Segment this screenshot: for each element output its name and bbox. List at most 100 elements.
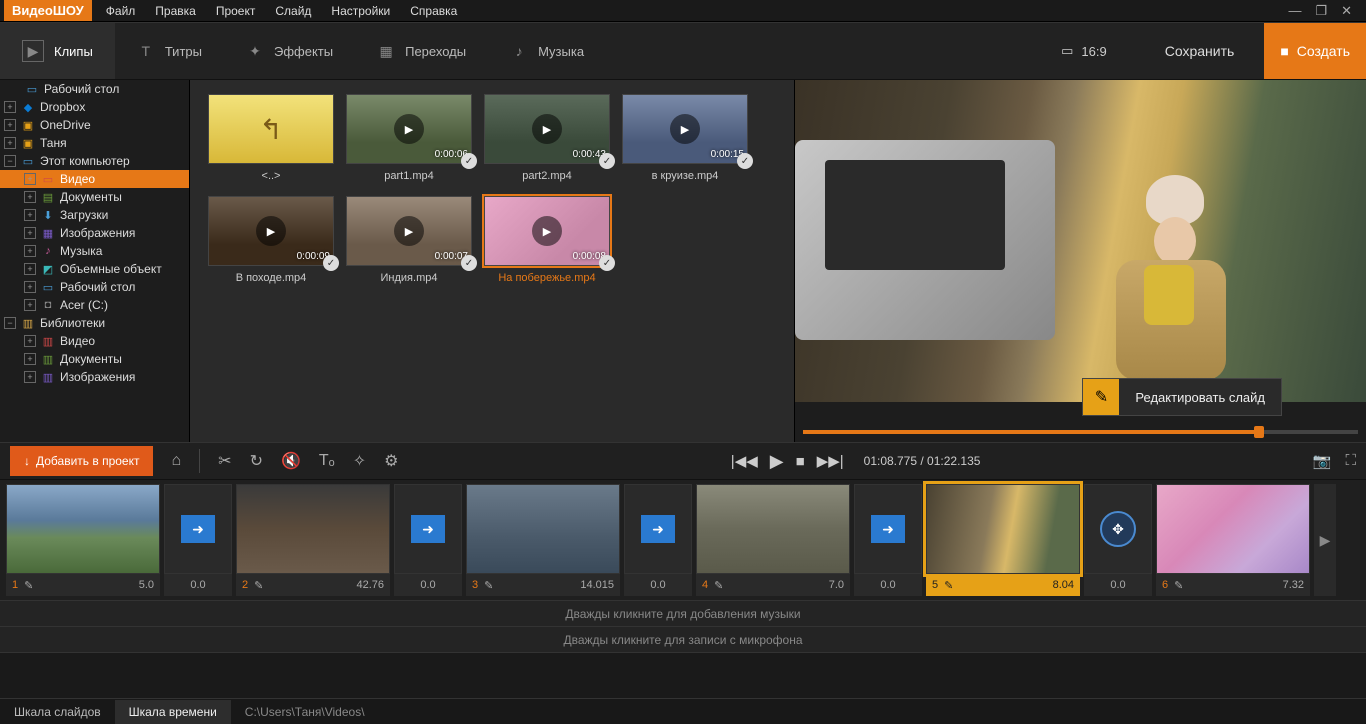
tree-toggle-icon[interactable]: + <box>24 281 36 293</box>
transition-duration: 0.0 <box>650 579 665 591</box>
edit-icon[interactable]: ✎ <box>944 579 953 592</box>
timeline-transition[interactable]: ✥0.0 <box>1084 484 1152 596</box>
tree-toggle-icon[interactable]: + <box>4 137 16 149</box>
prev-track-icon[interactable]: |◀◀ <box>731 452 758 470</box>
tree-item[interactable]: +⬇Загрузки <box>0 206 189 224</box>
save-button[interactable]: Сохранить <box>1147 43 1253 59</box>
clip-thumbnail[interactable]: ▶0:00:09✓В походе.mp4 <box>204 196 338 284</box>
menu-help[interactable]: Справка <box>400 1 467 21</box>
tree-item[interactable]: +◆Dropbox <box>0 98 189 116</box>
tab-transitions[interactable]: ▦ Переходы <box>355 23 488 79</box>
mic-track-row[interactable]: Дважды кликните для записи с микрофона <box>0 626 1366 652</box>
tree-toggle-icon[interactable]: + <box>24 371 36 383</box>
tree-toggle-icon[interactable]: − <box>4 317 16 329</box>
tree-toggle-icon[interactable]: + <box>24 209 36 221</box>
timeline-transition[interactable]: ➜0.0 <box>164 484 232 596</box>
clip-thumbnail[interactable]: ▶0:00:15✓в круизе.mp4 <box>618 94 752 182</box>
mute-icon[interactable]: 🔇 <box>281 451 301 471</box>
timeline-transition[interactable]: ➜0.0 <box>394 484 462 596</box>
edit-icon[interactable]: ✎ <box>714 579 723 592</box>
tree-item[interactable]: −▥Библиотеки <box>0 314 189 332</box>
rotate-icon[interactable]: ↻ <box>250 451 263 471</box>
tab-effects[interactable]: ✦ Эффекты <box>224 23 355 79</box>
window-close-icon[interactable]: ✕ <box>1341 3 1352 19</box>
wand-icon[interactable]: ✧ <box>353 451 366 471</box>
folder-icon: ◆ <box>20 100 36 114</box>
tree-toggle-icon[interactable]: + <box>24 245 36 257</box>
timeline-slide[interactable]: 2✎42.76 <box>236 484 390 596</box>
preview-seekbar[interactable] <box>803 430 1358 434</box>
window-maximize-icon[interactable]: ❐ <box>1315 3 1327 19</box>
tree-item[interactable]: +▤Документы <box>0 188 189 206</box>
menu-project[interactable]: Проект <box>206 1 266 21</box>
clip-thumbnail[interactable]: ↰<..> <box>204 94 338 182</box>
timeline-slide[interactable]: 6✎7.32 <box>1156 484 1310 596</box>
edit-icon[interactable]: ✎ <box>254 579 263 592</box>
timeline-slide[interactable]: 5✎8.04 <box>926 484 1080 596</box>
tree-item[interactable]: +▦Изображения <box>0 224 189 242</box>
tree-item[interactable]: +▥Документы <box>0 350 189 368</box>
tree-toggle-icon[interactable]: + <box>24 299 36 311</box>
tree-item[interactable]: +▥Изображения <box>0 368 189 386</box>
tree-item[interactable]: +▭Видео <box>0 170 189 188</box>
add-to-project-button[interactable]: ↓ Добавить в проект <box>10 446 153 476</box>
menu-settings[interactable]: Настройки <box>321 1 400 21</box>
music-track-row[interactable]: Дважды кликните для добавления музыки <box>0 600 1366 626</box>
menu-slide[interactable]: Слайд <box>265 1 321 21</box>
fullscreen-icon[interactable]: ⛶ <box>1345 452 1356 470</box>
tree-item[interactable]: ▭Рабочий стол <box>0 80 189 98</box>
tree-item[interactable]: +▥Видео <box>0 332 189 350</box>
home-icon[interactable]: ⌂ <box>171 452 181 470</box>
tree-item[interactable]: +◘Acer (C:) <box>0 296 189 314</box>
snapshot-icon[interactable]: 📷 <box>1313 452 1332 470</box>
clip-thumbnail[interactable]: ▶0:00:06✓part1.mp4 <box>342 94 476 182</box>
menu-file[interactable]: Файл <box>96 1 146 21</box>
edit-icon[interactable]: ✎ <box>24 579 33 592</box>
transition-duration: 0.0 <box>420 579 435 591</box>
scissors-icon[interactable]: ✂ <box>218 451 231 471</box>
window-minimize-icon[interactable]: — <box>1288 3 1301 19</box>
tab-titles[interactable]: T Титры <box>115 23 224 79</box>
stop-icon[interactable]: ■ <box>796 453 805 470</box>
edit-icon[interactable]: ✎ <box>1174 579 1183 592</box>
tree-toggle-icon[interactable]: + <box>4 119 16 131</box>
clip-thumbnail[interactable]: ▶0:00:08✓На побережье.mp4 <box>480 196 614 284</box>
timeline-next-icon[interactable]: ▶ <box>1314 484 1336 596</box>
tree-item[interactable]: +▣OneDrive <box>0 116 189 134</box>
timeline-slide[interactable]: 4✎7.0 <box>696 484 850 596</box>
menu-edit[interactable]: Правка <box>145 1 206 21</box>
timeline-transition[interactable]: ➜0.0 <box>624 484 692 596</box>
create-button[interactable]: ■‍ Создать <box>1264 23 1366 79</box>
tree-toggle-icon[interactable]: + <box>24 353 36 365</box>
preview-video[interactable] <box>795 80 1366 402</box>
slide-duration: 5.0 <box>139 579 154 591</box>
tree-toggle-icon[interactable]: + <box>4 101 16 113</box>
tab-clips[interactable]: ▶ Клипы <box>0 23 115 79</box>
timeline-slide[interactable]: 1✎5.0 <box>6 484 160 596</box>
tree-toggle-icon[interactable]: + <box>24 263 36 275</box>
tree-toggle-icon[interactable]: − <box>4 155 16 167</box>
text-overlay-icon[interactable]: Tₒ <box>319 452 335 470</box>
timeline-transition[interactable]: ➜0.0 <box>854 484 922 596</box>
tree-item[interactable]: +▭Рабочий стол <box>0 278 189 296</box>
timeline-slide[interactable]: 3✎14.015 <box>466 484 620 596</box>
aspect-ratio-selector[interactable]: ▭ 16:9 <box>1045 43 1123 59</box>
tree-toggle-icon[interactable]: + <box>24 191 36 203</box>
next-track-icon[interactable]: ▶▶| <box>817 452 844 470</box>
clip-thumbnail[interactable]: ▶0:00:43✓part2.mp4 <box>480 94 614 182</box>
tree-item[interactable]: +▣Таня <box>0 134 189 152</box>
tree-item[interactable]: +♪Музыка <box>0 242 189 260</box>
tree-toggle-icon[interactable]: + <box>24 227 36 239</box>
gear-icon[interactable]: ⚙ <box>384 451 398 471</box>
tab-slide-scale[interactable]: Шкала слайдов <box>0 700 115 724</box>
edit-slide-button[interactable]: ✎ Редактировать слайд <box>1082 378 1282 416</box>
tree-item[interactable]: −▭Этот компьютер <box>0 152 189 170</box>
clip-thumbnail[interactable]: ▶0:00:07✓Индия.mp4 <box>342 196 476 284</box>
tab-time-scale[interactable]: Шкала времени <box>115 700 231 724</box>
edit-icon[interactable]: ✎ <box>484 579 493 592</box>
tree-item[interactable]: +◩Объемные объект <box>0 260 189 278</box>
play-icon[interactable]: ▶ <box>770 451 784 472</box>
tab-music[interactable]: ♪ Музыка <box>488 23 606 79</box>
tree-toggle-icon[interactable]: + <box>24 173 36 185</box>
tree-toggle-icon[interactable]: + <box>24 335 36 347</box>
